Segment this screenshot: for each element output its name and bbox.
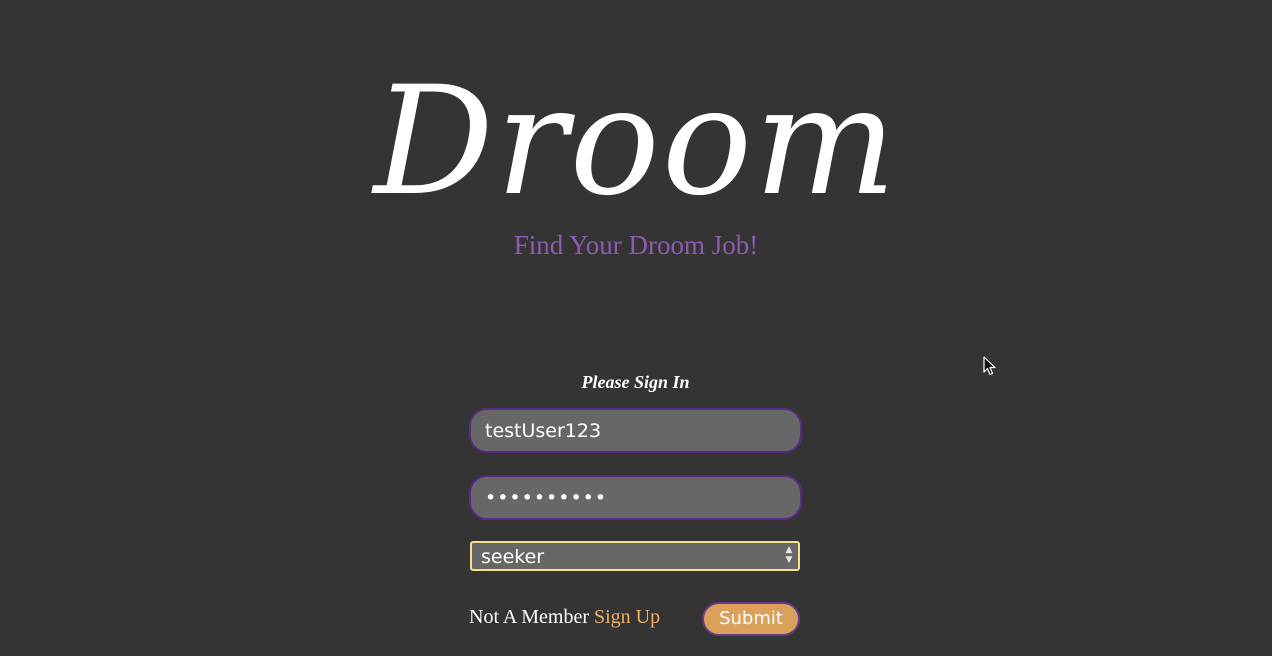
role-select-value: seeker bbox=[481, 546, 545, 568]
mouse-cursor-icon bbox=[983, 356, 996, 376]
password-input[interactable] bbox=[469, 475, 802, 520]
signup-link[interactable]: Sign Up bbox=[594, 606, 660, 628]
updown-arrows-icon: ▲ ▼ bbox=[785, 545, 793, 565]
logo-title: Droom bbox=[373, 55, 899, 229]
submit-button[interactable]: Submit bbox=[702, 602, 800, 636]
role-select[interactable]: seeker ▲ ▼ bbox=[470, 541, 800, 571]
not-member-prompt: Not A Member Sign Up bbox=[469, 604, 660, 630]
not-member-text: Not A Member bbox=[469, 606, 589, 628]
username-input[interactable] bbox=[469, 408, 802, 453]
form-footer: Not A Member Sign Up Submit bbox=[469, 602, 802, 638]
form-title: Please Sign In bbox=[581, 372, 690, 392]
tagline: Find Your Droom Job! bbox=[513, 230, 759, 260]
